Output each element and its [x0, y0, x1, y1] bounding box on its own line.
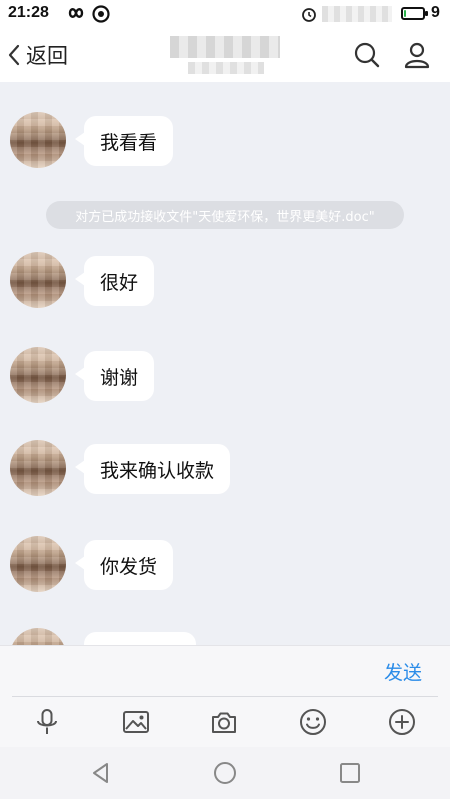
home-circle-icon[interactable] [212, 760, 238, 786]
back-triangle-icon[interactable] [88, 760, 114, 786]
battery-level: 9 [431, 4, 440, 21]
title-bar: 返回 [0, 30, 450, 82]
signal-indicators [322, 6, 392, 22]
message-input[interactable] [12, 654, 376, 692]
system-notice: 对方已成功接收文件"天使爱环保，世界更美好.doc" [46, 201, 404, 229]
avatar[interactable] [10, 347, 66, 403]
message-row [0, 628, 450, 645]
message-row: 我来确认收款 [0, 440, 450, 504]
message-bubble[interactable]: 我看看 [74, 116, 174, 166]
message-row: 我看看 [0, 112, 450, 176]
emoji-icon[interactable] [298, 707, 328, 737]
search-icon[interactable] [352, 40, 382, 70]
message-row: 很好 [0, 252, 450, 316]
message-row: 谢谢 [0, 347, 450, 411]
contact-name-blurred [170, 36, 280, 58]
battery-fill [404, 10, 406, 17]
battery-icon [401, 7, 428, 20]
image-icon[interactable] [121, 707, 151, 737]
recents-square-icon[interactable] [337, 760, 363, 786]
message-bubble[interactable]: 很好 [74, 256, 155, 306]
message-bubble[interactable] [84, 632, 196, 645]
system-nav-bar [0, 747, 450, 799]
chevron-left-icon [8, 44, 20, 66]
camera-icon[interactable] [209, 707, 239, 737]
contact-status-blurred [188, 62, 264, 74]
avatar[interactable] [10, 252, 66, 308]
avatar[interactable] [10, 628, 66, 645]
message-bubble[interactable]: 谢谢 [74, 351, 155, 401]
status-time: 21:28 [8, 4, 49, 21]
composer: 发送 [0, 645, 450, 697]
avatar[interactable] [10, 440, 66, 496]
composer-toolbar [0, 697, 450, 747]
back-button[interactable]: 返回 [6, 38, 68, 72]
message-bubble[interactable]: 你发货 [74, 540, 174, 590]
avatar[interactable] [10, 112, 66, 168]
avatar[interactable] [10, 536, 66, 592]
message-row: 你发货 [0, 536, 450, 600]
microphone-icon[interactable] [32, 707, 62, 737]
circle-app-icon [92, 5, 110, 23]
status-bar: 21:28 9 [0, 0, 450, 30]
back-label: 返回 [26, 44, 68, 68]
alarm-icon [302, 8, 316, 22]
plus-icon[interactable] [387, 707, 417, 737]
chat-title [170, 36, 280, 76]
infinity-icon [68, 8, 84, 18]
profile-icon[interactable] [402, 40, 432, 70]
message-bubble[interactable]: 我来确认收款 [74, 444, 231, 494]
chat-area[interactable]: 我看看 对方已成功接收文件"天使爱环保，世界更美好.doc" 很好 谢谢 我来确… [0, 82, 450, 645]
send-button[interactable]: 发送 [384, 658, 422, 685]
